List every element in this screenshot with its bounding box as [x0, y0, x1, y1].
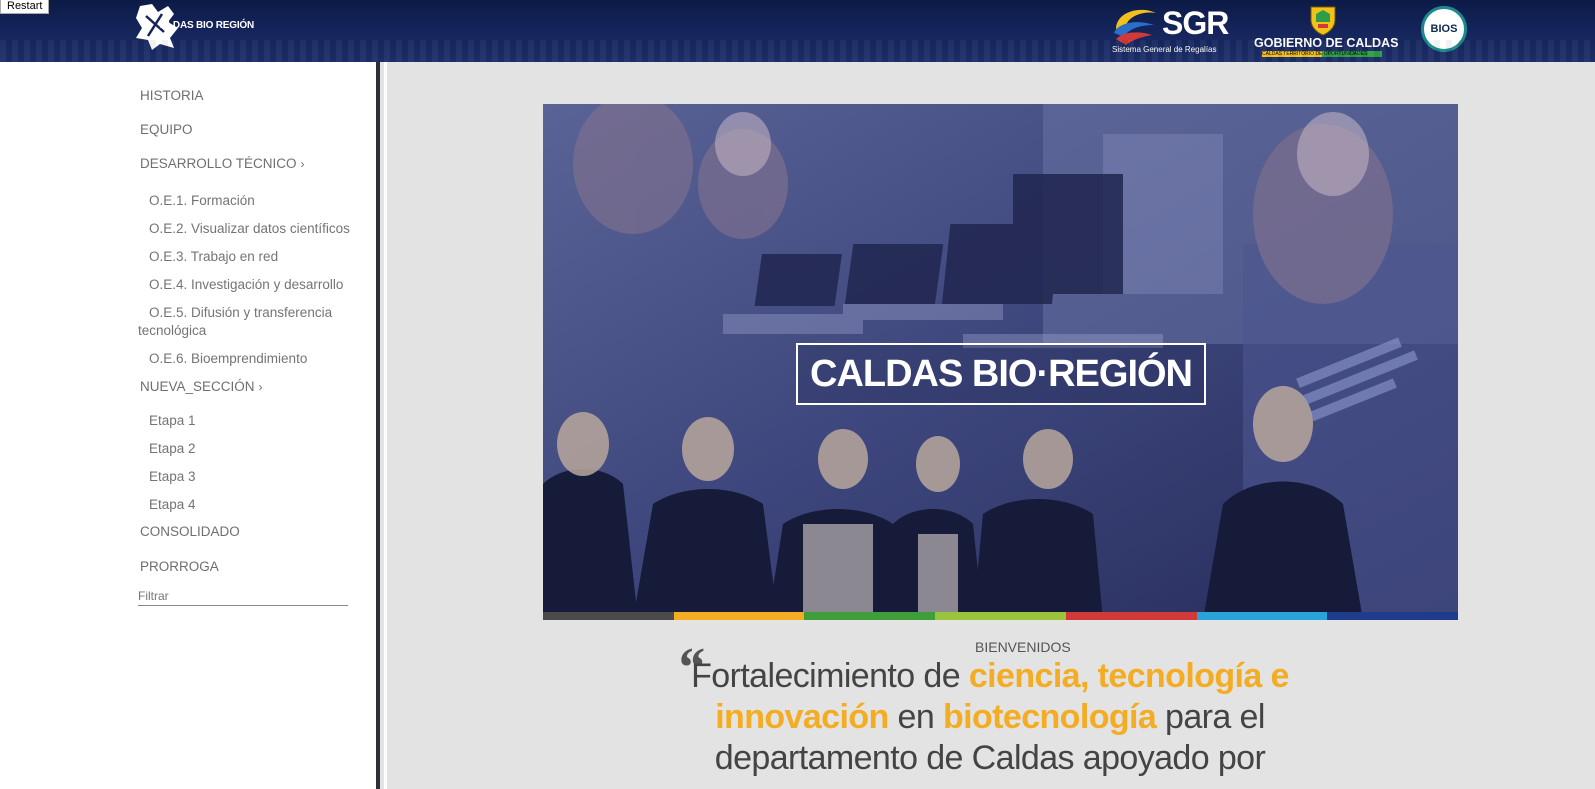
gobierno-title: GOBIERNO DE CALDAS [1254, 36, 1399, 50]
top-header: ALDAS BIO REGIÓN SGR Sistema General de … [0, 0, 1595, 62]
sidebar-item-label: DESARROLLO TÉCNICO [140, 156, 297, 171]
sidebar-item-etapa-3[interactable]: Etapa 3 [149, 469, 196, 484]
stripe-segment [1327, 612, 1458, 620]
bios-logo[interactable]: BIOS [1421, 6, 1467, 52]
hero-banner: CALDAS BIO·REGIÓN [543, 104, 1458, 620]
chevron-right-icon: › [258, 380, 263, 394]
welcome-label: BIENVENIDOS [975, 639, 1071, 655]
sidebar-item-etapa-4[interactable]: Etapa 4 [149, 497, 196, 512]
stripe-segment [1065, 612, 1197, 620]
sidebar-item-etapa-2[interactable]: Etapa 2 [149, 441, 196, 456]
sidebar-item-oe6[interactable]: O.E.6. Bioemprendimiento [149, 351, 307, 366]
stripe-segment [804, 612, 936, 620]
gobierno-subtitle: CALDAS TERRITORIO DE OPORTUNIDADES [1262, 51, 1382, 57]
chevron-right-icon: › [300, 157, 305, 171]
gobierno-de-caldas-logo[interactable]: GOBIERNO DE CALDAS CALDAS TERRITORIO DE … [1252, 2, 1398, 58]
sgr-swirl-icon [1114, 9, 1156, 45]
stripe-segment [543, 612, 674, 620]
coat-of-arms-icon [1310, 6, 1336, 36]
restart-button[interactable]: Restart [0, 0, 50, 14]
sidebar-item-oe3[interactable]: O.E.3. Trabajo en red [149, 249, 278, 264]
sidebar-item-desarrollo-tecnico[interactable]: DESARROLLO TÉCNICO › [140, 156, 305, 171]
stripe-segment [673, 612, 805, 620]
sidebar-item-equipo[interactable]: EQUIPO [140, 122, 193, 137]
hero-title: CALDAS BIO·REGIÓN [796, 343, 1206, 405]
sidebar-item-nueva-seccion[interactable]: NUEVA_SECCIÓN › [140, 379, 263, 394]
sidebar-item-oe4[interactable]: O.E.4. Investigación y desarrollo [149, 277, 343, 292]
sidebar-item-prorroga[interactable]: PRORROGA [140, 559, 219, 574]
color-stripe [543, 612, 1458, 620]
sgr-logo[interactable]: SGR Sistema General de Regalías [1110, 3, 1230, 57]
sidebar-item-label: NUEVA_SECCIÓN [140, 379, 255, 394]
sidebar-item-consolidado[interactable]: CONSOLIDADO [140, 524, 240, 539]
slogan-text: Fortalecimiento de ciencia, tecnología e… [670, 656, 1310, 779]
slogan-highlight: biotecnología [942, 698, 1157, 736]
filter-input[interactable] [138, 587, 348, 606]
slogan-part: Fortalecimiento de [691, 657, 969, 695]
sidebar-item-oe5[interactable]: O.E.5. Difusión y transferencia tecnológ… [138, 304, 368, 340]
sidebar-item-oe2[interactable]: O.E.2. Visualizar datos científicos [149, 221, 350, 236]
caldas-bio-region-logo[interactable]: ALDAS BIO REGIÓN [134, 2, 254, 52]
slogan-part: en [888, 698, 943, 736]
sgr-wordmark: SGR [1162, 5, 1229, 41]
sidebar-item-oe1[interactable]: O.E.1. Formación [149, 193, 255, 208]
sidebar-item-etapa-1[interactable]: Etapa 1 [149, 413, 196, 428]
stripe-segment [935, 612, 1066, 620]
sidebar-item-historia[interactable]: HISTORIA [140, 88, 204, 103]
bios-label: BIOS [1430, 23, 1458, 35]
brand-text: ALDAS BIO REGIÓN [160, 20, 255, 31]
stripe-segment [1196, 612, 1328, 620]
sgr-subtitle: Sistema General de Regalías [1112, 45, 1217, 54]
